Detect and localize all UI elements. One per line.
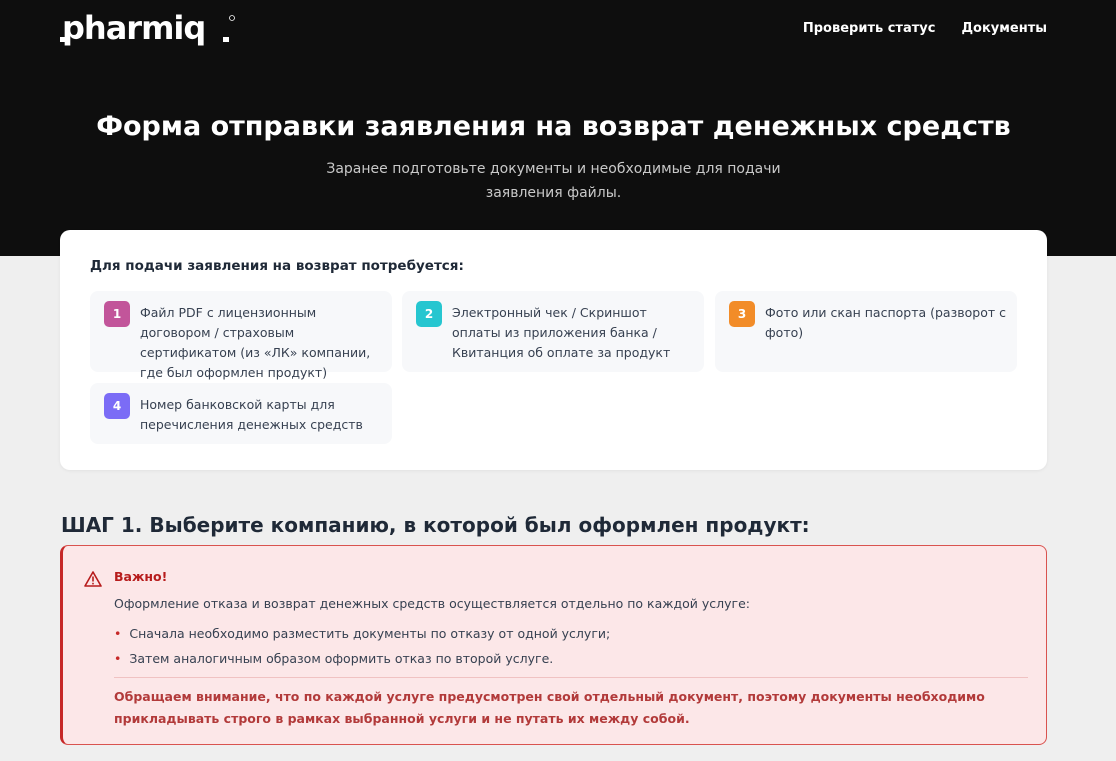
top-nav: Проверить статус Документы: [803, 20, 1047, 38]
requirements-title: Для подачи заявления на возврат потребуе…: [90, 258, 464, 274]
important-alert: Важно! Оформление отказа и возврат денеж…: [60, 545, 1047, 745]
pharmiq-logo[interactable]: pharmiq: [60, 10, 236, 48]
requirement-text: Номер банковской карты для перечисления …: [140, 397, 363, 432]
page-title: Форма отправки заявления на возврат дене…: [96, 111, 1011, 142]
step-1-title: ШАГ 1. Выберите компанию, в которой был …: [61, 513, 810, 537]
svg-text:pharmiq: pharmiq: [62, 10, 205, 47]
requirement-item-3: 3 Фото или скан паспорта (разворот с фот…: [715, 291, 1017, 372]
requirement-number-badge: 4: [104, 393, 130, 419]
warning-icon: [84, 571, 102, 587]
requirements-card: Для подачи заявления на возврат потребуе…: [60, 230, 1047, 470]
nav-check-status[interactable]: Проверить статус: [803, 20, 936, 38]
bullet-dot-icon: •: [114, 626, 122, 641]
requirement-item-2: 2 Электронный чек / Скриншот оплаты из п…: [402, 291, 704, 372]
requirement-number-badge: 2: [416, 301, 442, 327]
alert-bullet: • Затем аналогичным образом оформить отка…: [114, 650, 553, 668]
bullet-dot-icon: •: [114, 651, 122, 666]
page-subtitle: Заранее подготовьте документы и необходи…: [326, 161, 781, 201]
requirement-text: Электронный чек / Скриншот оплаты из при…: [452, 305, 671, 360]
requirement-text: Фото или скан паспорта (разворот с фото): [765, 305, 1006, 340]
alert-bullet-text: Сначала необходимо разместить документы …: [129, 626, 611, 641]
nav-documents[interactable]: Документы: [961, 20, 1047, 38]
alert-bullet-text: Затем аналогичным образом оформить отказ…: [129, 651, 554, 666]
requirement-number-badge: 3: [729, 301, 755, 327]
requirement-number-badge: 1: [104, 301, 130, 327]
alert-title: Важно!: [114, 569, 168, 584]
alert-bullet: • Сначала необходимо разместить документы…: [114, 625, 610, 643]
requirement-item-4: 4 Номер банковской карты для перечислени…: [90, 383, 392, 444]
requirement-text: Файл PDF с лицензионным договором / стра…: [140, 305, 371, 380]
alert-body: Оформление отказа и возврат денежных сре…: [114, 596, 751, 611]
hero-section: pharmiq Проверить статус Документы Форма…: [0, 0, 1116, 256]
alert-divider: [114, 677, 1028, 678]
alert-note: Обращаем внимание, что по каждой услуге …: [114, 689, 985, 726]
requirement-item-1: 1 Файл PDF с лицензионным договором / ст…: [90, 291, 392, 380]
